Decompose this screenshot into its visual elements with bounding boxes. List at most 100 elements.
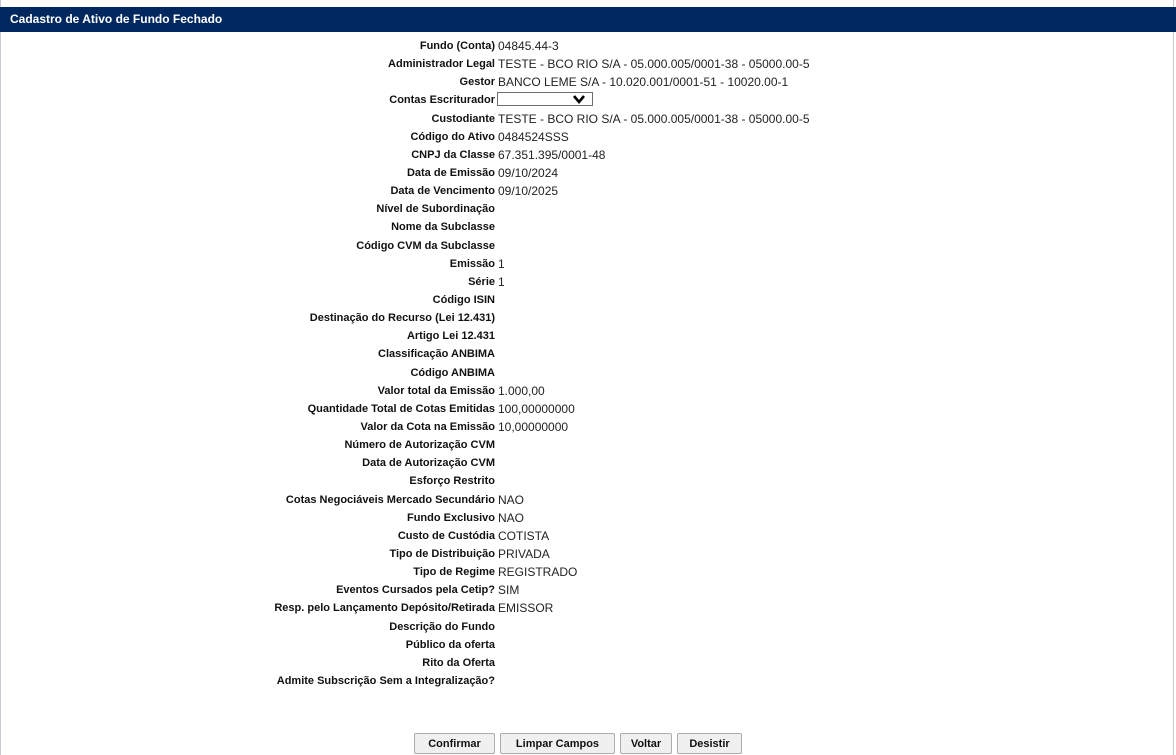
field-label: Administrador Legal	[388, 58, 495, 71]
form-row: Emissão 1	[0, 255, 1176, 273]
form-row: Valor da Cota na Emissão 10,00000000	[0, 418, 1176, 436]
form-row: Destinação do Recurso (Lei 12.431)	[0, 309, 1176, 327]
field-value: NAO	[498, 492, 525, 507]
form-row: Classificação ANBIMA	[0, 345, 1176, 363]
field-label: Fundo (Conta)	[419, 40, 495, 52]
field-label: Público da oferta	[405, 638, 495, 651]
form-row: Cotas Negociáveis Mercado Secundário NAO	[0, 491, 1176, 509]
field-label: Valor da Cota na Emissão	[360, 420, 496, 433]
field-value: 10,00000000	[498, 419, 569, 434]
field-label: Eventos Cursados pela Cetip?	[336, 584, 495, 597]
field-value: 67.351.395/0001-48	[498, 147, 606, 162]
form-row: Artigo Lei 12.431	[0, 327, 1176, 345]
form-row: Data de Autorização CVM	[0, 454, 1176, 472]
field-label: Data de Emissão	[406, 166, 495, 179]
field-label: Resp. pelo Lançamento Depósito/Retirada	[274, 602, 495, 615]
field-value: 09/10/2024	[498, 165, 559, 180]
field-label: Emissão	[449, 257, 495, 270]
field-label: Tipo de Distribuição	[389, 547, 495, 560]
field-label: CNPJ da Classe	[411, 148, 495, 161]
field-label: Nome da Subclasse	[391, 221, 495, 234]
form-fields: Fundo (Conta) 04845.44-3 Administrador Leg…	[0, 37, 1176, 690]
form-row: Número de Autorização CVM	[0, 436, 1176, 454]
field-value: SIM	[498, 583, 520, 598]
limpar-campos-button[interactable]: Limpar Campos	[500, 733, 615, 754]
field-label: Série	[468, 275, 495, 288]
field-label: Tipo de Regime	[413, 566, 495, 579]
field-value: COTISTA	[498, 528, 550, 543]
form-row: Nome da Subclasse	[0, 218, 1176, 236]
form-row: Data de Vencimento 09/10/2025	[0, 182, 1176, 200]
field-value: BANCO LEME S/A - 10.020.001/0001-51 - 10…	[498, 75, 789, 90]
field-value: TESTE - BCO RIO S/A - 05.000.005/0001-38…	[498, 111, 810, 126]
form-row: Custodiante TESTE - BCO RIO S/A - 05.000.…	[0, 110, 1176, 128]
form-row: Quantidade Total de Cotas Emitidas 100,00…	[0, 400, 1176, 418]
field-label: Custodiante	[431, 112, 495, 125]
form-row: Código ANBIMA	[0, 364, 1176, 382]
field-label: Quantidade Total de Cotas Emitidas	[307, 402, 495, 415]
field-label: Classificação ANBIMA	[378, 348, 495, 361]
field-value: NAO	[498, 510, 525, 525]
field-value: PRIVADA	[498, 546, 550, 561]
field-label: Rito da Oferta	[422, 656, 495, 669]
form-row: Público da oferta	[0, 636, 1176, 654]
form-row: CNPJ da Classe 67.351.395/0001-48	[0, 146, 1176, 164]
form-row: Administrador Legal TESTE - BCO RIO S/A -…	[0, 55, 1176, 73]
field-label: Admite Subscrição Sem a Integralização?	[276, 674, 495, 687]
field-label: Cotas Negociáveis Mercado Secundário	[285, 493, 495, 506]
form-row: Código ISIN	[0, 291, 1176, 309]
form-row: Série 1	[0, 273, 1176, 291]
desistir-button[interactable]: Desistir	[677, 733, 742, 754]
form-row: Eventos Cursados pela Cetip? SIM	[0, 581, 1176, 599]
field-value: 04845.44-3	[498, 39, 559, 53]
field-label: Nível de Subordinação	[376, 203, 495, 216]
field-label: Contas Escriturador	[389, 94, 495, 107]
form-row: Tipo de Distribuição PRIVADA	[0, 545, 1176, 563]
field-value: 100,00000000	[498, 401, 575, 416]
form-row: Custo de Custódia COTISTA	[0, 527, 1176, 545]
form-row: Valor total da Emissão 1.000,00	[0, 382, 1176, 400]
field-label: Data de Autorização CVM	[362, 457, 495, 470]
voltar-button[interactable]: Voltar	[620, 733, 672, 754]
form-row: Gestor BANCO LEME S/A - 10.020.001/0001-5…	[0, 73, 1176, 91]
form-row: Admite Subscrição Sem a Integralização?	[0, 672, 1176, 690]
button-bar: Confirmar Limpar Campos Voltar Desistir	[0, 733, 1176, 755]
field-label: Descrição do Fundo	[389, 620, 495, 633]
form-row: Rito da Oferta	[0, 654, 1176, 672]
field-label: Esforço Restrito	[409, 475, 495, 488]
form-row: Fundo Exclusivo NAO	[0, 509, 1176, 527]
form-row: Data de Emissão 09/10/2024	[0, 164, 1176, 182]
contas-escriturador-select[interactable]	[497, 92, 593, 107]
field-value: REGISTRADO	[498, 565, 578, 580]
field-label: Código CVM da Subclasse	[356, 239, 495, 252]
field-label: Data de Vencimento	[390, 185, 495, 198]
page-title: Cadastro de Ativo de Fundo Fechado	[0, 7, 1176, 32]
field-label: Número de Autorização CVM	[344, 439, 495, 452]
form-row: Esforço Restrito	[0, 472, 1176, 490]
form-row: Nível de Subordinação	[0, 200, 1176, 218]
field-label: Gestor	[459, 76, 495, 89]
form-row: Resp. pelo Lançamento Depósito/Retirada E…	[0, 599, 1176, 617]
field-label: Custo de Custódia	[397, 529, 495, 542]
confirmar-button[interactable]: Confirmar	[414, 733, 495, 754]
field-label: Valor total da Emissão	[377, 384, 495, 397]
field-value: 1	[498, 274, 505, 289]
field-label: Fundo Exclusivo	[406, 511, 495, 524]
form-row: Código CVM da Subclasse	[0, 237, 1176, 255]
field-value: 1.000,00	[498, 383, 545, 398]
form-row: Descrição do Fundo	[0, 618, 1176, 636]
field-value: TESTE - BCO RIO S/A - 05.000.005/0001-38…	[498, 57, 810, 72]
field-label: Destinação do Recurso (Lei 12.431)	[309, 312, 495, 325]
form-row: Código do Ativo 0484524SSS	[0, 128, 1176, 146]
field-value: 09/10/2025	[498, 184, 559, 199]
field-label: Código do Ativo	[410, 130, 495, 143]
field-label: Código ANBIMA	[410, 366, 495, 379]
form-row: Tipo de Regime REGISTRADO	[0, 563, 1176, 581]
field-value: 1	[498, 256, 505, 271]
form-row: Fundo (Conta) 04845.44-3	[0, 37, 1176, 55]
field-value: 0484524SSS	[498, 129, 569, 144]
field-label: Código ISIN	[432, 293, 495, 306]
chevron-down-icon	[573, 95, 585, 105]
field-value: EMISSOR	[498, 601, 554, 616]
field-label: Artigo Lei 12.431	[406, 330, 495, 343]
